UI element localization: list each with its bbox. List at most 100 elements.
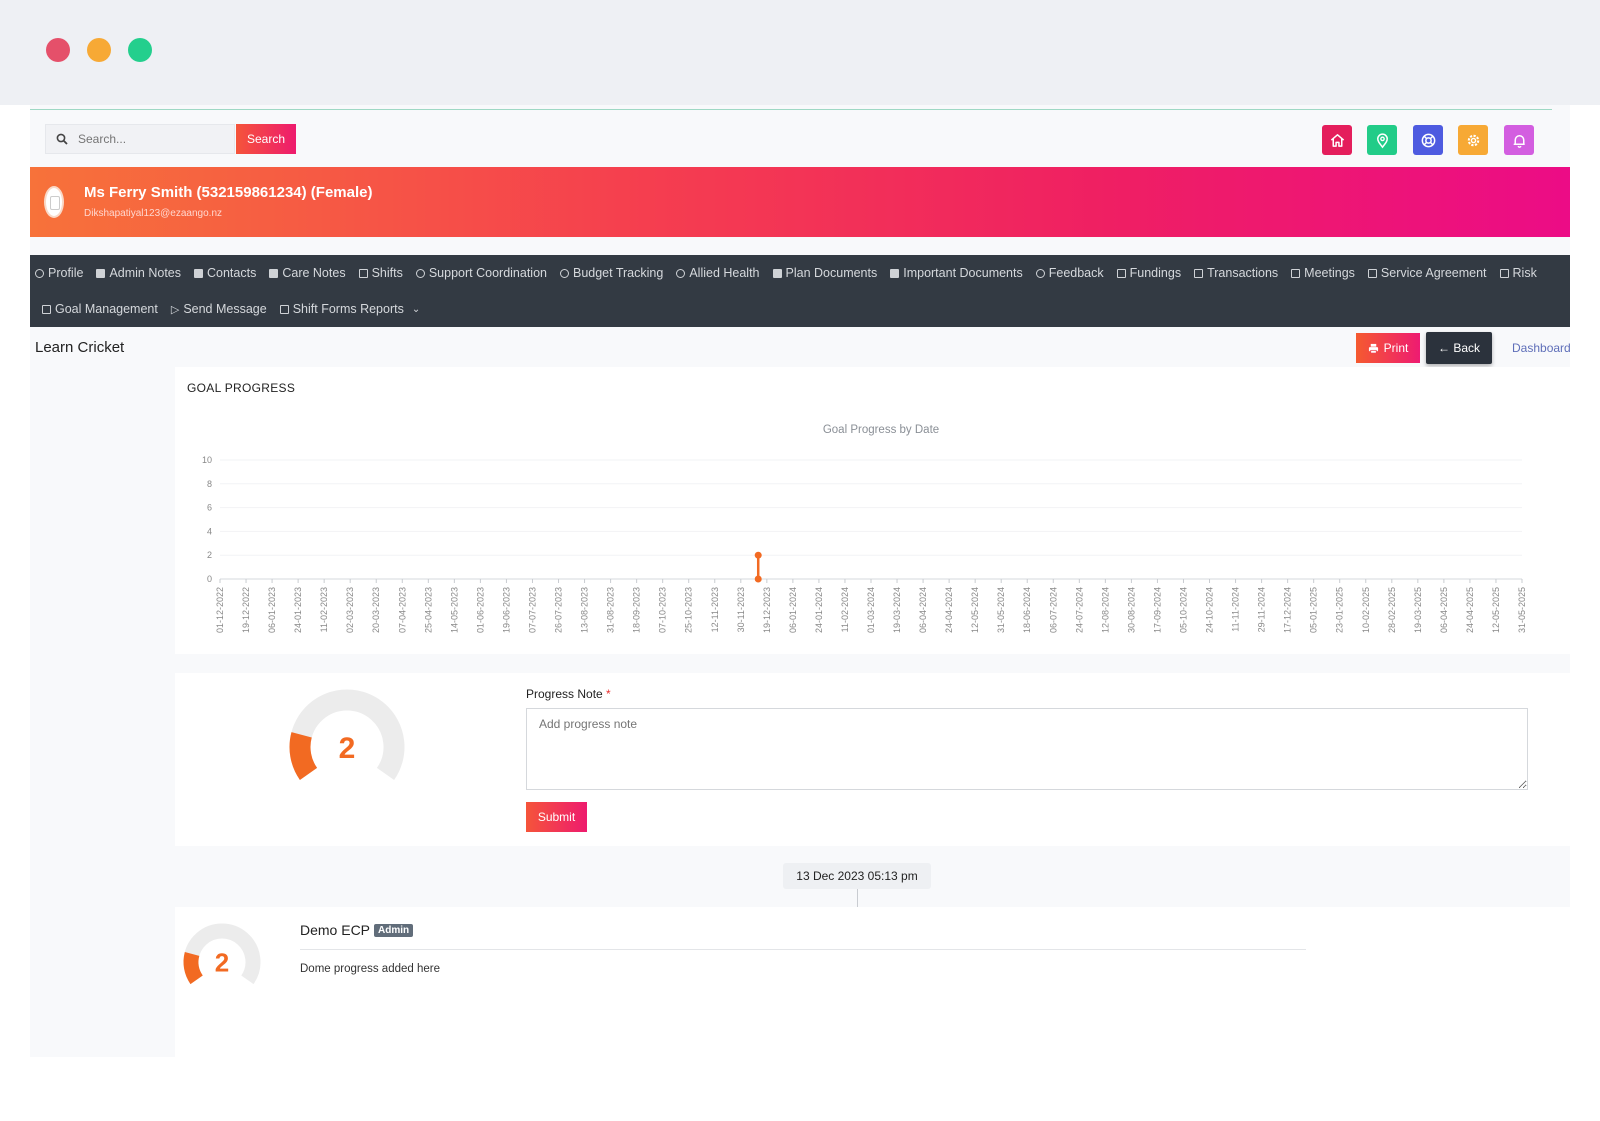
window-close-button[interactable] <box>46 38 70 62</box>
required-mark: * <box>606 687 611 701</box>
file-icon <box>279 304 289 314</box>
app-content: Search Ms Ferry Smith (532159861234) (Fe… <box>30 105 1570 1057</box>
nav-item-goal-management[interactable]: Goal Management <box>42 301 158 317</box>
y-tick-label: 8 <box>207 479 212 489</box>
participant-email: Dikshapatiyal123@ezaango.nz <box>84 208 223 219</box>
x-tick-label: 28-02-2025 <box>1387 587 1397 633</box>
top-divider <box>30 109 1552 110</box>
progress-gauge: 2 <box>289 689 405 780</box>
x-tick-label: 12-05-2025 <box>1491 587 1501 633</box>
x-tick-label: 24-07-2024 <box>1074 587 1084 633</box>
entry-text: Dome progress added here <box>300 963 440 975</box>
x-tick-label: 17-09-2024 <box>1152 587 1162 633</box>
nav-item-meetings[interactable]: Meetings <box>1291 265 1355 281</box>
gauge-fill <box>183 952 204 985</box>
nav-item-feedback[interactable]: Feedback <box>1035 265 1104 281</box>
nav-label: Service Agreement <box>1380 266 1487 280</box>
page-title: Learn Cricket <box>35 339 125 356</box>
search-button[interactable]: Search <box>236 124 296 154</box>
entry-author: Demo ECP Admin <box>300 922 414 938</box>
location-button[interactable] <box>1367 125 1397 155</box>
back-label: ← Back <box>1437 341 1480 355</box>
dashboard-link[interactable]: Dashboard <box>1512 341 1570 355</box>
nav-item-important-documents[interactable]: Important Documents <box>890 265 1023 281</box>
nav-item-support-coordination[interactable]: Support Coordination <box>415 265 547 281</box>
x-tick-label: 24-01-2023 <box>293 587 303 633</box>
nav-item-shifts[interactable]: Shifts <box>358 265 403 281</box>
nav-label: Send Message <box>183 302 267 316</box>
entry-gauge: 2 <box>183 923 261 985</box>
nav-item-transactions[interactable]: Transactions <box>1194 265 1278 281</box>
book-icon <box>890 268 900 278</box>
window-minimize-button[interactable] <box>87 38 111 62</box>
participant-nav: Profile Admin Notes Contacts Care Notes … <box>30 255 1570 327</box>
label-text: Progress Note <box>526 687 603 701</box>
back-button[interactable]: ← Back <box>1426 332 1492 364</box>
edit-icon <box>1499 268 1509 278</box>
x-tick-label: 06-01-2023 <box>267 587 277 633</box>
x-tick-label: 13-08-2023 <box>580 587 590 633</box>
nav-item-risk[interactable]: Risk <box>1499 265 1537 281</box>
nav-label: Plan Documents <box>785 266 878 280</box>
x-tick-label: 30-08-2024 <box>1126 587 1136 633</box>
document-icon <box>96 268 106 278</box>
x-tick-label: 31-05-2024 <box>996 587 1006 633</box>
settings-button[interactable] <box>1458 125 1488 155</box>
x-tick-label: 31-05-2025 <box>1517 587 1527 633</box>
nav-item-plan-documents[interactable]: Plan Documents <box>772 265 878 281</box>
nav-label: Shift Forms Reports <box>292 302 404 316</box>
nav-item-shift-forms-reports[interactable]: Shift Forms Reports ⌄ <box>279 301 420 317</box>
users-icon <box>676 268 686 278</box>
timeline-timestamp: 13 Dec 2023 05:13 pm <box>783 863 931 889</box>
support-button[interactable] <box>1413 125 1443 155</box>
submit-button[interactable]: Submit <box>526 802 587 832</box>
nav-item-service-agreement[interactable]: Service Agreement <box>1367 265 1487 281</box>
search-input[interactable] <box>78 132 218 146</box>
home-button[interactable] <box>1322 125 1352 155</box>
gauge-value: 2 <box>215 947 229 977</box>
nav-label: Contacts <box>207 266 257 280</box>
nav-item-profile[interactable]: Profile <box>35 265 83 281</box>
y-tick-label: 2 <box>207 550 212 560</box>
progress-form-card: 2 Progress Note * Submit <box>175 673 1570 846</box>
nav-item-fundings[interactable]: Fundings <box>1116 265 1181 281</box>
x-tick-label: 01-06-2023 <box>475 587 485 633</box>
x-tick-label: 05-01-2025 <box>1309 587 1319 633</box>
nav-item-allied-health[interactable]: Allied Health <box>676 265 760 281</box>
x-tick-label: 31-08-2023 <box>606 587 616 633</box>
edit-icon <box>1367 268 1377 278</box>
gear-icon <box>1467 134 1479 146</box>
x-tick-label: 01-03-2024 <box>866 587 876 633</box>
users-icon <box>415 268 425 278</box>
nav-item-admin-notes[interactable]: Admin Notes <box>96 265 181 281</box>
x-tick-label: 19-03-2024 <box>892 587 902 633</box>
x-tick-label: 19-03-2025 <box>1413 587 1423 633</box>
x-tick-label: 26-07-2023 <box>554 587 564 633</box>
nav-item-care-notes[interactable]: Care Notes <box>269 265 346 281</box>
participant-name: Ms Ferry Smith (532159861234) (Female) <box>84 184 373 201</box>
entry-divider <box>300 949 1306 950</box>
nav-item-budget-tracking[interactable]: Budget Tracking <box>559 265 663 281</box>
data-point <box>754 551 762 559</box>
x-tick-label: 19-12-2023 <box>762 587 772 633</box>
notifications-button[interactable] <box>1504 125 1534 155</box>
nav-label: Shifts <box>371 266 403 280</box>
progress-note-input[interactable] <box>526 708 1528 790</box>
x-tick-label: 12-05-2024 <box>970 587 980 633</box>
print-label: Print <box>1383 341 1409 355</box>
avatar <box>44 186 64 218</box>
nav-item-contacts[interactable]: Contacts <box>194 265 256 281</box>
nav-label: Risk <box>1512 266 1537 280</box>
bell-icon <box>1513 134 1525 148</box>
search-box <box>45 124 235 154</box>
nav-item-send-message[interactable]: ▷ Send Message <box>171 301 267 317</box>
target-icon <box>42 304 51 314</box>
credit-card-icon <box>1194 268 1204 278</box>
user-icon <box>35 268 44 278</box>
x-tick-label: 17-12-2024 <box>1283 587 1293 633</box>
window-maximize-button[interactable] <box>128 38 152 62</box>
gauge-fill <box>289 732 318 780</box>
x-tick-label: 25-10-2023 <box>684 587 694 633</box>
y-tick-label: 6 <box>207 503 212 513</box>
print-button[interactable]: Print <box>1356 333 1420 363</box>
